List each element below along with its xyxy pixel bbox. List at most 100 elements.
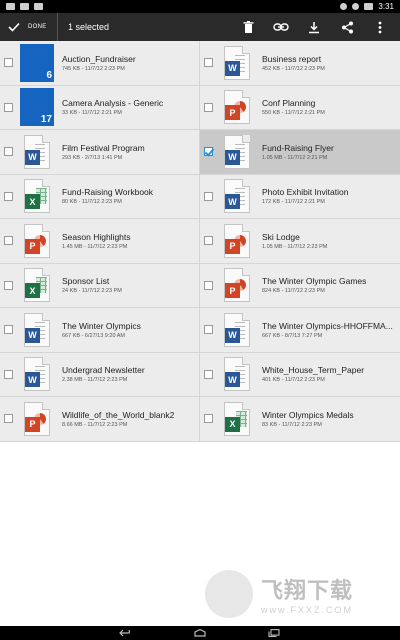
- file-name: Camera Analysis - Generic: [62, 98, 164, 109]
- file-checkbox[interactable]: [4, 147, 13, 157]
- file-item[interactable]: W White_House_Term_Paper 401 KB - 11/7/12 …: [200, 352, 400, 397]
- file-name: Wildlife_of_the_World_blank2: [62, 409, 175, 420]
- file-checkbox[interactable]: [204, 236, 213, 246]
- file-name: Auction_Fundraiser: [62, 53, 136, 64]
- file-meta: 452 KB - 11/7/12 2:23 PM: [262, 65, 325, 72]
- link-icon: [273, 23, 289, 31]
- powerpoint-presentation-icon: P: [220, 222, 254, 260]
- file-item[interactable]: X Fund-Raising Workbook 80 KB - 11/7/12 2:…: [0, 174, 200, 219]
- status-bar: 3:31: [0, 0, 400, 13]
- overflow-menu-button[interactable]: [372, 19, 388, 35]
- file-checkbox[interactable]: [204, 191, 213, 201]
- file-checkbox[interactable]: [4, 414, 13, 424]
- file-item[interactable]: P Season Highlights 1.45 MB - 11/7/12 2:23…: [0, 219, 200, 264]
- file-item[interactable]: W Fund-Raising Flyer 1.05 MB - 11/7/12 2:2…: [200, 130, 400, 175]
- file-name: Conf Planning: [262, 98, 316, 109]
- file-name: Sponsor List: [62, 276, 110, 287]
- file-meta: 8.66 MB - 11/7/12 2:23 PM: [62, 421, 128, 428]
- delete-icon: [243, 20, 253, 33]
- file-item[interactable]: X Winter Olympics Medals 83 KB - 11/7/12 2…: [200, 397, 400, 442]
- recents-icon: [268, 629, 280, 637]
- file-meta: 2.38 MB - 11/7/12 2:23 PM: [62, 377, 128, 384]
- file-checkbox[interactable]: [4, 102, 13, 112]
- file-item[interactable]: W Film Festival Program 293 KB - 2/7/13 1:…: [0, 130, 200, 175]
- folder-count: 6: [46, 69, 52, 81]
- status-time: 3:31: [378, 2, 394, 11]
- excel-spreadsheet-icon: X: [20, 266, 54, 304]
- file-item[interactable]: P Wildlife_of_the_World_blank2 8.66 MB - 1…: [0, 397, 200, 442]
- word-document-icon: W: [220, 44, 254, 82]
- file-item[interactable]: W Undergrad Newsletter 2.38 MB - 11/7/12 2…: [0, 352, 200, 397]
- powerpoint-presentation-icon: P: [220, 88, 254, 126]
- file-name: Fund-Raising Workbook: [62, 187, 154, 198]
- file-checkbox[interactable]: [204, 102, 213, 112]
- file-name: Film Festival Program: [62, 142, 145, 153]
- share-icon: [341, 21, 353, 33]
- file-checkbox[interactable]: [4, 325, 13, 335]
- watermark-logo: [205, 570, 253, 618]
- file-checkbox[interactable]: [4, 280, 13, 290]
- file-checkbox[interactable]: [4, 191, 13, 201]
- signal-icon: [6, 3, 15, 10]
- file-meta: 293 KB - 2/7/13 1:41 PM: [62, 154, 123, 161]
- file-name: The Winter Olympics: [62, 320, 141, 331]
- home-icon: [194, 629, 206, 637]
- file-name: The Winter Olympic Games: [262, 276, 367, 287]
- file-checkbox[interactable]: [204, 414, 213, 424]
- file-grid: 6 Auction_Fundraiser 745 KB - 11/7/12 2:23…: [0, 41, 400, 442]
- file-checkbox[interactable]: [4, 236, 13, 246]
- back-button[interactable]: [119, 629, 133, 637]
- home-button[interactable]: [193, 629, 207, 637]
- file-item[interactable]: W Photo Exhibit Invitation 172 KB - 11/7/1…: [200, 174, 400, 219]
- file-name: The Winter Olympics-HHOFFMA...: [262, 320, 393, 331]
- word-document-icon: W: [220, 133, 254, 171]
- file-checkbox[interactable]: [204, 147, 213, 157]
- file-name: White_House_Term_Paper: [262, 365, 365, 376]
- recents-button[interactable]: [267, 629, 281, 637]
- file-item[interactable]: W Business report 452 KB - 11/7/12 2:23 PM: [200, 41, 400, 86]
- file-meta: 745 KB - 11/7/12 2:23 PM: [62, 65, 125, 72]
- navigation-bar: [0, 626, 400, 640]
- file-item[interactable]: 6 Auction_Fundraiser 745 KB - 11/7/12 2:23…: [0, 41, 200, 86]
- word-document-icon: W: [220, 311, 254, 349]
- file-meta: 83 KB - 11/7/12 2:23 PM: [262, 421, 322, 428]
- battery-icon: [364, 3, 374, 10]
- file-name: Winter Olympics Medals: [262, 409, 354, 420]
- file-meta: 667 KB - 6/27/13 9:20 AM: [62, 332, 125, 339]
- folder-icon: 17: [20, 88, 54, 127]
- word-document-icon: W: [220, 177, 254, 215]
- file-checkbox[interactable]: [204, 325, 213, 335]
- selection-count: 1 selected: [68, 22, 110, 32]
- file-meta: 550 KB - 11/7/12 2:21 PM: [262, 110, 325, 117]
- bluetooth-icon: [340, 3, 348, 10]
- action-bar: DONE 1 selected: [0, 13, 400, 41]
- file-meta: 172 KB - 11/7/12 2:21 PM: [262, 199, 325, 206]
- done-button[interactable]: DONE: [0, 13, 58, 41]
- file-meta: 1.05 MB - 11/7/12 2:21 PM: [262, 154, 328, 161]
- file-name: Fund-Raising Flyer: [262, 142, 334, 153]
- file-item[interactable]: W The Winter Olympics 667 KB - 6/27/13 9:2…: [0, 308, 200, 353]
- file-item[interactable]: P Ski Lodge 1.05 MB - 11/7/12 2:23 PM: [200, 219, 400, 264]
- excel-spreadsheet-icon: X: [220, 400, 254, 438]
- file-checkbox[interactable]: [204, 280, 213, 290]
- file-meta: 401 KB - 11/7/12 2:23 PM: [262, 377, 325, 384]
- file-meta: 1.45 MB - 11/7/12 2:23 PM: [62, 243, 128, 250]
- file-checkbox[interactable]: [204, 58, 213, 68]
- powerpoint-presentation-icon: P: [20, 400, 54, 438]
- word-document-icon: W: [20, 355, 54, 393]
- word-document-icon: W: [20, 133, 54, 171]
- share-button[interactable]: [339, 19, 355, 35]
- file-checkbox[interactable]: [4, 369, 13, 379]
- file-checkbox[interactable]: [4, 58, 13, 68]
- file-item[interactable]: W The Winter Olympics-HHOFFMA... 667 KB - …: [200, 308, 400, 353]
- file-item[interactable]: X Sponsor List 24 KB - 11/7/12 2:23 PM: [0, 263, 200, 308]
- file-item[interactable]: 17 Camera Analysis - Generic 33 KB - 11/7/…: [0, 85, 200, 130]
- done-label: DONE: [28, 24, 47, 30]
- delete-button[interactable]: [240, 19, 256, 35]
- file-checkbox[interactable]: [204, 369, 213, 379]
- file-item[interactable]: P The Winter Olympic Games 824 KB - 11/7/1…: [200, 263, 400, 308]
- link-button[interactable]: [273, 19, 289, 35]
- file-item[interactable]: P Conf Planning 550 KB - 11/7/12 2:21 PM: [200, 85, 400, 130]
- file-meta: 667 KB - 8/7/13 7:27 PM: [262, 332, 323, 339]
- download-button[interactable]: [306, 19, 322, 35]
